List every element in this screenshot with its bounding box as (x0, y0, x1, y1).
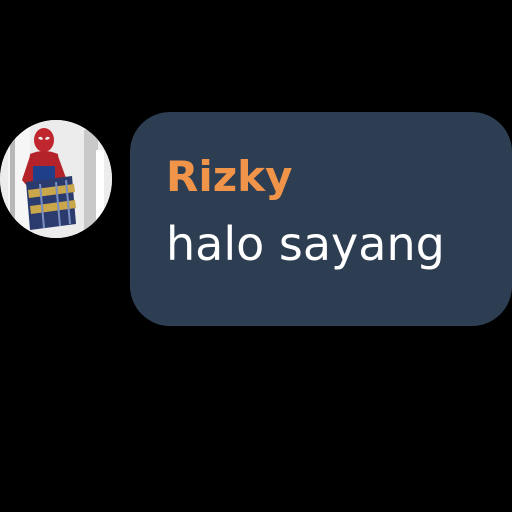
chat-message-sticker: Rizky halo sayang (0, 0, 512, 512)
message-bubble[interactable]: Rizky halo sayang (130, 112, 512, 326)
spiderman-avatar-icon (0, 120, 112, 238)
message-text: halo sayang (166, 217, 445, 271)
avatar[interactable] (0, 120, 112, 238)
sender-name: Rizky (166, 152, 293, 201)
